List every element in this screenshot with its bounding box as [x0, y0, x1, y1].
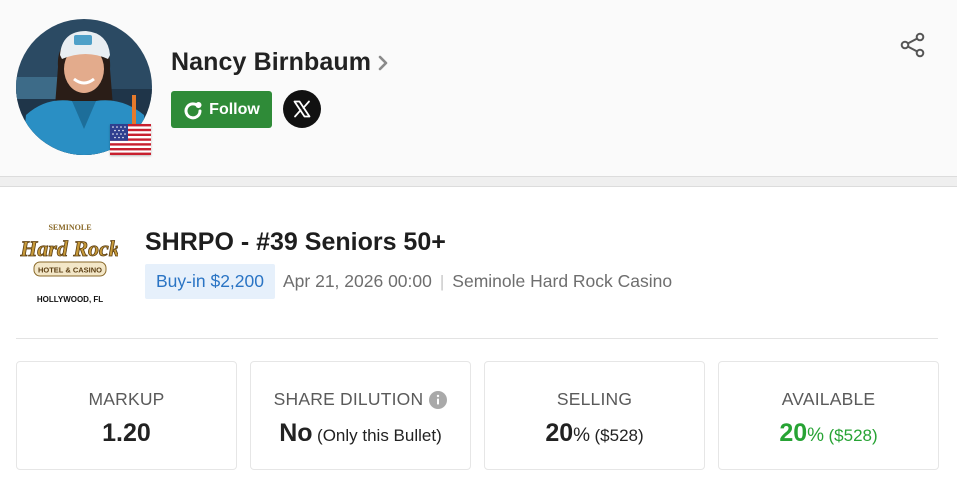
venue-logo: SEMINOLE Hard Rock HOTEL & CASINO HOLLYW…	[19, 220, 120, 306]
buyin-badge: Buy-in $2,200	[145, 264, 275, 299]
available-amount: ($528)	[828, 426, 878, 445]
player-name-link[interactable]: Nancy Birnbaum	[171, 48, 389, 77]
event-date: Apr 21, 2026 00:00	[283, 271, 432, 291]
venue-logo-sub: HOTEL & CASINO	[38, 266, 102, 275]
venue-logo-brand: Hard Rock	[20, 236, 118, 261]
venue-logo-location: HOLLYWOOD, FL	[37, 295, 103, 304]
player-header: Nancy Birnbaum Follow	[0, 0, 957, 176]
venue-logo-top-text: SEMINOLE	[48, 223, 91, 232]
available-label: AVAILABLE	[781, 389, 876, 409]
divider-line	[16, 338, 938, 339]
event-meta: Buy-in $2,200 Apr 21, 2026 00:00 | Semin…	[145, 264, 672, 299]
follow-button[interactable]: Follow	[171, 91, 272, 128]
selling-amount: ($528)	[594, 426, 644, 445]
x-twitter-icon[interactable]	[283, 90, 321, 128]
chevron-right-icon	[377, 54, 389, 72]
player-name[interactable]: Nancy Birnbaum	[171, 48, 371, 77]
share-icon[interactable]	[898, 30, 928, 60]
share-dilution-card: SHARE DILUTION No (Only this Bullet)	[250, 361, 471, 470]
share-dilution-value: No (Only this Bullet)	[279, 419, 442, 447]
available-value: 20% ($528)	[779, 419, 878, 447]
share-dilution-note: (Only this Bullet)	[317, 426, 442, 445]
markup-label: MARKUP	[88, 389, 165, 409]
markup-value: 1.20	[102, 419, 151, 447]
section-divider	[0, 176, 957, 187]
meta-separator: |	[439, 271, 445, 291]
event-venue[interactable]: Seminole Hard Rock Casino	[452, 271, 672, 292]
selling-value: 20% ($528)	[545, 419, 644, 447]
us-flag-icon	[110, 124, 151, 155]
selling-card: SELLING 20% ($528)	[484, 361, 705, 470]
available-card: AVAILABLE 20% ($528)	[718, 361, 939, 470]
follow-icon	[183, 100, 203, 120]
follow-label: Follow	[209, 100, 260, 118]
markup-card: MARKUP 1.20	[16, 361, 237, 470]
selling-label: SELLING	[556, 389, 633, 409]
event-title[interactable]: SHRPO - #39 Seniors 50+	[145, 228, 446, 257]
share-dilution-label: SHARE DILUTION	[251, 389, 470, 410]
info-icon[interactable]	[429, 390, 448, 409]
